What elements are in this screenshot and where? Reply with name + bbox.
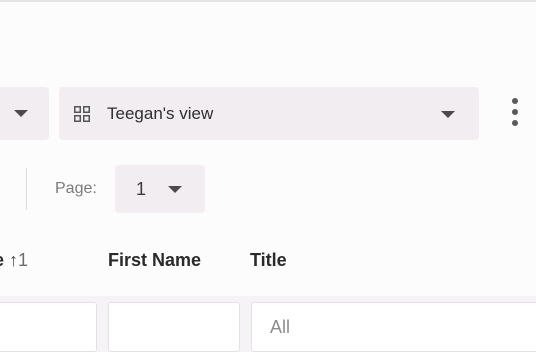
view-selector-dropdown[interactable]: Teegan's view [59, 87, 479, 140]
page-number-value: 1 [136, 179, 147, 199]
chevron-down-icon [14, 110, 28, 117]
first-name-filter-input[interactable] [108, 302, 240, 352]
previous-dropdown[interactable] [0, 87, 49, 140]
column-header-first-name[interactable]: First Name [108, 249, 201, 271]
sorted-column-header[interactable]: e ↑1 [0, 249, 28, 271]
table-view-panel: Teegan's view Page: 1 e ↑1 First Name Ti… [0, 0, 536, 352]
column-header-title[interactable]: Title [250, 249, 287, 271]
page-label: Page: [55, 180, 97, 197]
view-selector-label: Teegan's view [107, 104, 214, 123]
title-filter-input[interactable] [251, 302, 536, 352]
kebab-icon[interactable] [507, 98, 523, 130]
sort-order-number: 1 [18, 250, 29, 270]
grid-icon [74, 106, 90, 122]
sorted-column-label: e [0, 250, 4, 270]
sort-ascending-icon: ↑ [9, 250, 19, 270]
chevron-down-icon [441, 111, 455, 118]
chevron-down-icon [168, 186, 182, 193]
pagination-divider [26, 168, 27, 210]
sorted-column-filter-input[interactable] [0, 302, 97, 352]
top-divider [0, 0, 536, 2]
page-number-dropdown[interactable]: 1 [115, 165, 205, 213]
